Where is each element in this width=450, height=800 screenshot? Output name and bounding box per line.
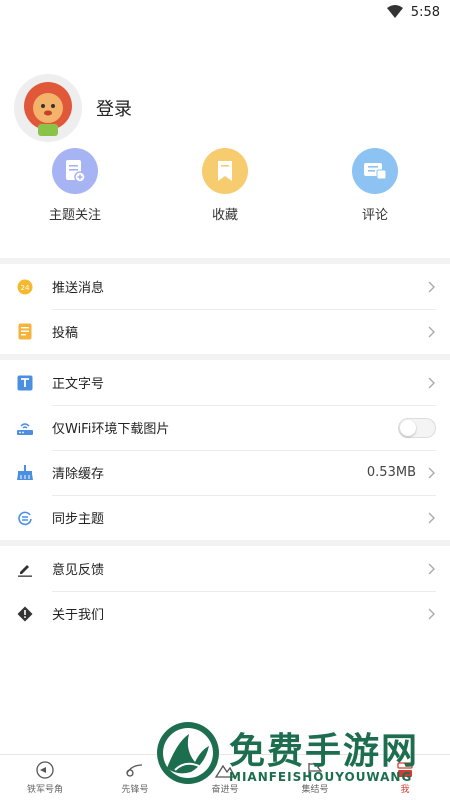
trumpet-icon bbox=[124, 760, 146, 780]
sync-icon bbox=[16, 509, 34, 527]
menu-item-feedback[interactable]: 意见反馈 bbox=[0, 546, 450, 591]
font-size-label: 正文字号 bbox=[52, 377, 105, 392]
status-bar: 5:58 bbox=[0, 0, 450, 24]
tab-label: 铁军号角 bbox=[26, 785, 63, 795]
watermark-title: 免费手游网 bbox=[229, 731, 420, 772]
menu-group-settings: 正文字号 仅WiFi环境下载图片 清除缓存 0.53MB 同步主题 bbox=[0, 360, 450, 540]
info-diamond-icon bbox=[16, 605, 34, 623]
watermark-overlay: 免费手游网 MIANFEISHOUYOUWANG bbox=[155, 720, 445, 794]
cache-size-value: 0.53MB bbox=[366, 465, 416, 480]
bookmark-icon bbox=[202, 148, 248, 194]
menu-group-about: 意见反馈 关于我们 bbox=[0, 546, 450, 636]
chevron-right-icon bbox=[428, 563, 435, 574]
svg-text:24: 24 bbox=[21, 284, 30, 292]
push-label: 推送消息 bbox=[52, 281, 105, 296]
menu-group-messages: 24 推送消息 投稿 bbox=[0, 264, 450, 354]
menu-item-submit[interactable]: 投稿 bbox=[0, 309, 450, 354]
menu-item-sync-topics[interactable]: 同步主题 bbox=[0, 495, 450, 540]
chevron-right-icon bbox=[428, 326, 435, 337]
chevron-right-icon bbox=[428, 377, 435, 388]
router-icon bbox=[16, 419, 34, 437]
avatar[interactable] bbox=[14, 74, 82, 142]
comments-label: 评论 bbox=[361, 208, 388, 223]
profile-header[interactable]: 登录 bbox=[0, 54, 450, 162]
followed-topics-button[interactable]: 主题关注 bbox=[25, 148, 125, 223]
watermark-subtitle: MIANFEISHOUYOUWANG bbox=[229, 770, 413, 784]
horn-icon bbox=[34, 760, 56, 780]
favorites-button[interactable]: 收藏 bbox=[175, 148, 275, 223]
wifi-images-toggle[interactable] bbox=[398, 417, 436, 438]
tab-label: 先锋号 bbox=[121, 785, 149, 795]
favorites-label: 收藏 bbox=[211, 208, 238, 223]
comment-icon bbox=[352, 148, 398, 194]
login-link[interactable]: 登录 bbox=[96, 95, 132, 121]
chevron-right-icon bbox=[428, 512, 435, 523]
menu-item-push[interactable]: 24 推送消息 bbox=[0, 264, 450, 309]
text-size-icon bbox=[16, 374, 34, 392]
watermark-logo-icon bbox=[157, 722, 219, 784]
sync-topics-label: 同步主题 bbox=[52, 512, 105, 527]
status-time: 5:58 bbox=[410, 4, 440, 20]
menu-item-font-size[interactable]: 正文字号 bbox=[0, 360, 450, 405]
chevron-right-icon bbox=[428, 281, 435, 292]
submit-label: 投稿 bbox=[52, 326, 79, 341]
followed-topics-icon bbox=[52, 148, 98, 194]
feedback-label: 意见反馈 bbox=[52, 563, 105, 578]
chevron-right-icon bbox=[428, 608, 435, 619]
lion-avatar-icon bbox=[24, 82, 72, 136]
quick-actions: 主题关注 收藏 评论 bbox=[0, 148, 450, 258]
wifi-images-label: 仅WiFi环境下载图片 bbox=[52, 422, 170, 437]
chevron-right-icon bbox=[428, 467, 435, 478]
pencil-icon bbox=[16, 560, 34, 578]
comments-button[interactable]: 评论 bbox=[325, 148, 425, 223]
push-24h-icon: 24 bbox=[16, 278, 34, 296]
broom-icon bbox=[16, 464, 34, 482]
menu-item-clear-cache[interactable]: 清除缓存 0.53MB bbox=[0, 450, 450, 495]
followed-topics-label: 主题关注 bbox=[48, 208, 101, 223]
tab-tiejun-haojiao[interactable]: 铁军号角 bbox=[0, 755, 90, 800]
wifi-icon bbox=[386, 5, 403, 18]
menu-item-wifi-images[interactable]: 仅WiFi环境下载图片 bbox=[0, 405, 450, 450]
about-label: 关于我们 bbox=[52, 608, 105, 623]
menu-item-about[interactable]: 关于我们 bbox=[0, 591, 450, 636]
document-icon bbox=[16, 323, 34, 341]
clear-cache-label: 清除缓存 bbox=[52, 467, 105, 482]
